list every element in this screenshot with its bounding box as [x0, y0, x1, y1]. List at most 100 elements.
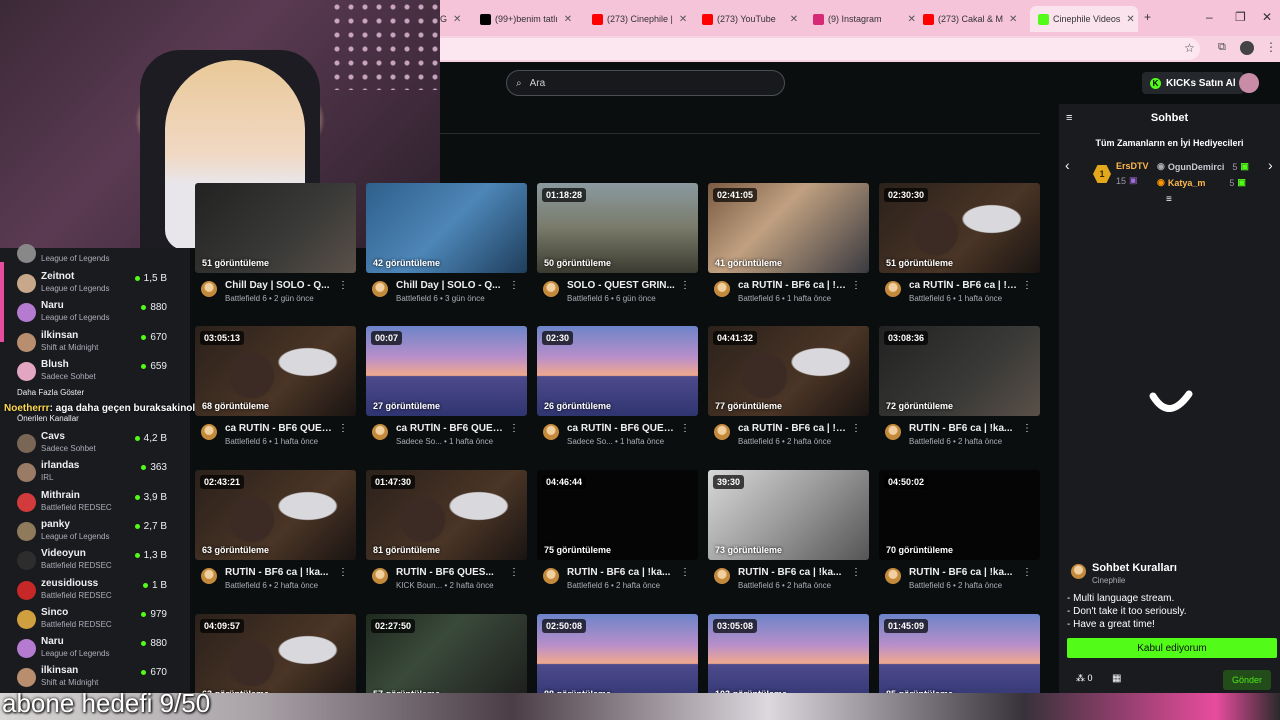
video-card[interactable]: 42 görüntüleme Chill Day | SOLO - Q... Bat…: [366, 183, 527, 313]
menu-icon[interactable]: ⋮: [1265, 40, 1277, 54]
video-thumbnail[interactable]: 02:43:21 63 görüntüleme: [195, 470, 356, 560]
more-options-icon[interactable]: ⋮: [338, 567, 348, 578]
extensions-icon[interactable]: ⧉: [1218, 41, 1226, 54]
video-thumbnail[interactable]: 00:07 27 görüntüleme: [366, 326, 527, 416]
video-thumbnail[interactable]: 02:27:5057 görüntüleme: [366, 614, 527, 704]
video-thumbnail[interactable]: 01:18:28 50 görüntüleme: [537, 183, 698, 273]
video-card[interactable]: 04:46:44 75 görüntüleme RUTİN - BF6 ca | !…: [537, 470, 698, 600]
video-card[interactable]: 03:08:36 72 görüntüleme RUTİN - BF6 ca | !…: [879, 326, 1040, 456]
video-thumbnail[interactable]: 02:30:30 51 görüntüleme: [879, 183, 1040, 273]
sidebar-channel-item[interactable]: Mithrain Battlefield REDSEC 3,9 B: [17, 490, 167, 519]
new-tab-button[interactable]: +: [1144, 10, 1151, 24]
video-card[interactable]: 02:30 26 görüntüleme ca RUTİN - BF6 QUES..…: [537, 326, 698, 456]
send-button[interactable]: Gönder: [1223, 670, 1271, 690]
close-window-button[interactable]: ✕: [1262, 10, 1272, 24]
more-options-icon[interactable]: ⋮: [1022, 567, 1032, 578]
channel-avatar[interactable]: [714, 568, 730, 584]
video-card[interactable]: 03:05:13 68 görüntüleme ca RUTİN - BF6 QUE…: [195, 326, 356, 456]
video-card[interactable]: 01:18:28 50 görüntüleme SOLO - QUEST GRIN.…: [537, 183, 698, 313]
video-thumbnail[interactable]: 04:46:44 75 görüntüleme: [537, 470, 698, 560]
video-title[interactable]: Chill Day | SOLO - Q...: [396, 280, 506, 291]
video-card[interactable]: 04:50:02 70 görüntüleme RUTİN - BF6 ca | !…: [879, 470, 1040, 600]
video-card[interactable]: 02:27:5057 görüntüleme: [366, 614, 527, 704]
star-icon[interactable]: ☆: [1184, 41, 1195, 55]
sidebar-channel-item[interactable]: ilkinsan Shift at Midnight 670: [17, 330, 167, 359]
close-icon[interactable]: ✕: [564, 14, 572, 25]
tab-kick-active[interactable]: Cinephile Videos ✕: [1030, 6, 1138, 32]
sidebar-channel-item[interactable]: Cavs Sadece Sohbet 4,2 B: [17, 431, 167, 460]
more-options-icon[interactable]: ⋮: [509, 280, 519, 291]
video-title[interactable]: Chill Day | SOLO - Q...: [225, 280, 335, 291]
more-options-icon[interactable]: ⋮: [851, 567, 861, 578]
more-options-icon[interactable]: ⋮: [338, 280, 348, 291]
video-title[interactable]: ca RUTİN - BF6 QUES...: [396, 423, 506, 434]
video-thumbnail[interactable]: 02:50:0888 görüntüleme: [537, 614, 698, 704]
more-options-icon[interactable]: ⋮: [680, 423, 690, 434]
video-title[interactable]: RUTİN - BF6 ca | !ka...: [909, 567, 1019, 578]
video-thumbnail[interactable]: 03:05:08103 görüntüleme: [708, 614, 869, 704]
sidebar-channel-item[interactable]: Naru League of Legends 880: [17, 636, 167, 665]
video-thumbnail[interactable]: 39:30 73 görüntüleme: [708, 470, 869, 560]
video-title[interactable]: RUTİN - BF6 ca | !ka...: [567, 567, 677, 578]
video-thumbnail[interactable]: 03:05:13 68 görüntüleme: [195, 326, 356, 416]
tab-youtube[interactable]: (273) YouTube ✕: [702, 9, 807, 29]
gifter-name[interactable]: ◉ Katya_m 5 ▣: [1157, 177, 1246, 188]
tab-youtube-cinephile[interactable]: (273) Cinephile | ✕: [592, 9, 697, 29]
channel-avatar[interactable]: [201, 424, 217, 440]
more-options-icon[interactable]: ⋮: [338, 423, 348, 434]
video-title[interactable]: SOLO - QUEST GRIN...: [567, 280, 677, 291]
more-options-icon[interactable]: ⋮: [851, 280, 861, 291]
video-thumbnail[interactable]: 03:08:36 72 görüntüleme: [879, 326, 1040, 416]
channel-avatar[interactable]: [714, 424, 730, 440]
close-icon[interactable]: ✕: [1009, 14, 1017, 25]
sidebar-channel-item[interactable]: Blush Sadece Sohbet 659: [17, 359, 167, 388]
more-options-icon[interactable]: ⋮: [509, 423, 519, 434]
accept-rules-button[interactable]: Kabul ediyorum: [1067, 638, 1277, 658]
expand-icon[interactable]: ≡: [1166, 194, 1172, 205]
tab-instagram[interactable]: (9) Instagram ✕: [813, 9, 918, 29]
channel-avatar[interactable]: [372, 281, 388, 297]
video-card[interactable]: 02:30:30 51 görüntüleme ca RUTİN - BF6 ca …: [879, 183, 1040, 313]
video-card[interactable]: 04:41:32 77 görüntüleme ca RUTİN - BF6 ca …: [708, 326, 869, 456]
video-title[interactable]: ca RUTİN - BF6 ca | !k...: [738, 423, 848, 434]
sidebar-channel-item[interactable]: League of Legends: [17, 241, 167, 270]
minimize-button[interactable]: –: [1206, 10, 1213, 24]
video-title[interactable]: RUTİN - BF6 ca | !ka...: [738, 567, 848, 578]
video-title[interactable]: RUTİN - BF6 QUES...: [396, 567, 506, 578]
channel-avatar[interactable]: [885, 424, 901, 440]
url-field[interactable]: [440, 38, 1200, 60]
video-title[interactable]: ca RUTİN - BF6 QUES...: [225, 423, 335, 434]
channel-avatar[interactable]: [201, 568, 217, 584]
buy-kicks-button[interactable]: K KICKs Satın Al: [1142, 72, 1244, 94]
channel-avatar[interactable]: [201, 281, 217, 297]
video-thumbnail[interactable]: 01:47:30 81 görüntüleme: [366, 470, 527, 560]
channel-avatar[interactable]: [885, 281, 901, 297]
profile-icon[interactable]: [1240, 41, 1254, 55]
video-thumbnail[interactable]: 51 görüntüleme: [195, 183, 356, 273]
sidebar-channel-item[interactable]: Videoyun Battlefield REDSEC 1,3 B: [17, 548, 167, 577]
sidebar-channel-item[interactable]: Zeitnot League of Legends 1,5 B: [17, 271, 167, 300]
video-title[interactable]: ca RUTİN - BF6 ca | !k...: [738, 280, 848, 291]
channel-avatar[interactable]: [543, 281, 559, 297]
sidebar-channel-item[interactable]: Sinco Battlefield REDSEC 979: [17, 607, 167, 636]
video-card[interactable]: 01:45:0985 görüntüleme: [879, 614, 1040, 704]
video-card[interactable]: 03:05:08103 görüntüleme: [708, 614, 869, 704]
close-icon[interactable]: ✕: [1126, 14, 1134, 25]
video-title[interactable]: RUTİN - BF6 ca | !ka...: [225, 567, 335, 578]
video-thumbnail[interactable]: 02:41:05 41 görüntüleme: [708, 183, 869, 273]
sidebar-channel-item[interactable]: zeusidiouss Battlefield REDSEC 1 B: [17, 578, 167, 607]
address-bar[interactable]: ☆ ⧉ ⋮: [440, 36, 1280, 62]
gifter-name[interactable]: ◉ OgunDemirci 5 ▣: [1157, 161, 1249, 172]
channel-avatar[interactable]: [372, 424, 388, 440]
video-card[interactable]: 51 görüntüleme Chill Day | SOLO - Q... Bat…: [195, 183, 356, 313]
video-title[interactable]: ca RUTİN - BF6 ca | !k...: [909, 280, 1019, 291]
close-icon[interactable]: ✕: [908, 14, 916, 25]
video-card[interactable]: 39:30 73 görüntüleme RUTİN - BF6 ca | !ka.…: [708, 470, 869, 600]
video-card[interactable]: 02:41:05 41 görüntüleme ca RUTİN - BF6 ca …: [708, 183, 869, 313]
close-icon[interactable]: ✕: [679, 14, 687, 25]
sidebar-channel-item[interactable]: irlandas IRL 363: [17, 460, 167, 489]
tab-youtube-cakal[interactable]: (273) Cakal & M ✕: [923, 9, 1028, 29]
sidebar-channel-item[interactable]: Naru League of Legends 880: [17, 300, 167, 329]
search-input[interactable]: ⌕ Ara: [506, 70, 785, 96]
channel-avatar[interactable]: [885, 568, 901, 584]
